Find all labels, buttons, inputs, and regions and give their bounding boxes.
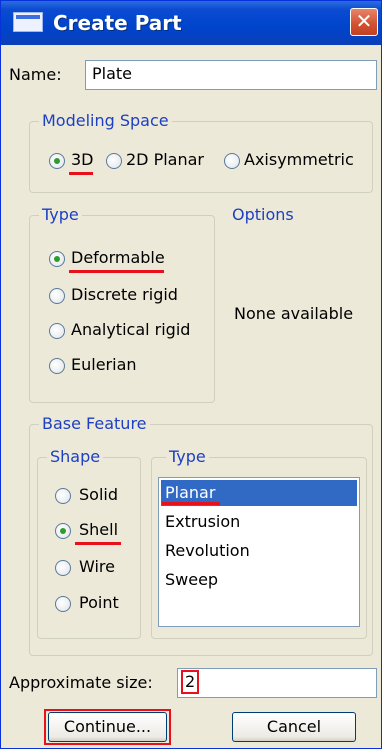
name-label: Name:	[9, 65, 62, 84]
base-feature-legend: Base Feature	[39, 414, 150, 433]
radio-eulerian-label[interactable]: Eulerian	[71, 355, 137, 374]
3d-red-underline	[69, 172, 93, 175]
radio-discrete-rigid[interactable]	[49, 288, 65, 304]
approximate-size-input[interactable]: 2	[177, 668, 377, 698]
shape-legend: Shape	[47, 447, 104, 466]
radio-2d-planar[interactable]	[106, 153, 122, 169]
part-type-legend: Type	[39, 205, 82, 224]
radio-analytical-rigid[interactable]	[49, 323, 65, 339]
options-none-available: None available	[234, 304, 354, 323]
approximate-size-value: 2	[181, 670, 200, 694]
radio-eulerian[interactable]	[49, 358, 65, 374]
radio-deformable[interactable]	[49, 251, 65, 267]
options-legend: Options	[232, 205, 294, 224]
continue-button[interactable]: Continue...	[48, 712, 167, 742]
shell-red-underline	[75, 542, 121, 545]
window-icon	[13, 12, 43, 32]
approximate-size-label: Approximate size:	[9, 673, 153, 692]
radio-solid-label[interactable]: Solid	[79, 485, 118, 504]
title-bar[interactable]: Create Part ✕	[1, 1, 381, 45]
radio-deformable-label[interactable]: Deformable	[71, 248, 165, 267]
radio-point[interactable]	[55, 596, 71, 612]
feature-type-legend: Type	[166, 447, 209, 466]
radio-point-label[interactable]: Point	[79, 593, 119, 612]
radio-analytical-rigid-label[interactable]: Analytical rigid	[71, 320, 190, 339]
modeling-space-legend: Modeling Space	[39, 111, 172, 130]
radio-solid[interactable]	[55, 488, 71, 504]
radio-wire[interactable]	[55, 560, 71, 576]
create-part-dialog: Create Part ✕ Name: Plate Modeling Space…	[0, 0, 382, 749]
close-icon[interactable]: ✕	[350, 8, 378, 36]
radio-3d[interactable]	[49, 153, 65, 169]
radio-shell[interactable]	[55, 523, 71, 539]
feature-type-list[interactable]: Planar Extrusion Revolution Sweep	[158, 477, 360, 627]
radio-3d-label[interactable]: 3D	[71, 150, 94, 169]
list-item-revolution[interactable]: Revolution	[161, 538, 357, 564]
cancel-button[interactable]: Cancel	[232, 712, 356, 742]
part-type-group	[29, 215, 215, 403]
radio-axisymmetric[interactable]	[224, 153, 240, 169]
radio-discrete-rigid-label[interactable]: Discrete rigid	[71, 285, 178, 304]
dialog-title: Create Part	[53, 11, 182, 35]
radio-shell-label[interactable]: Shell	[79, 520, 118, 539]
radio-axisymmetric-label[interactable]: Axisymmetric	[244, 150, 354, 169]
list-item-extrusion[interactable]: Extrusion	[161, 509, 357, 535]
planar-red-underline	[162, 502, 220, 505]
radio-wire-label[interactable]: Wire	[79, 557, 115, 576]
list-item-sweep[interactable]: Sweep	[161, 567, 357, 593]
name-input[interactable]: Plate	[85, 60, 377, 90]
radio-2d-planar-label[interactable]: 2D Planar	[126, 150, 204, 169]
deformable-red-underline	[69, 270, 164, 273]
